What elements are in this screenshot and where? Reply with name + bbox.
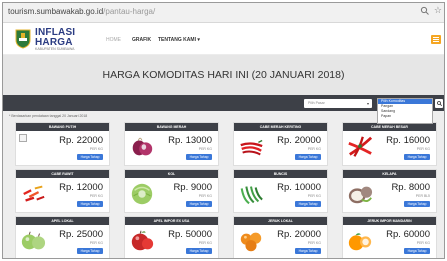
red-apple-icon xyxy=(131,230,154,251)
harga-tahap-button[interactable]: Harga Tahap xyxy=(295,248,321,254)
cabbage-icon xyxy=(131,183,153,205)
harga-tahap-button[interactable]: Harga Tahap xyxy=(77,154,103,160)
url-host: tourism.sumbawakab.go.id xyxy=(8,7,104,16)
commodity-card: BUNCIS Rp. 10000 PER KG Harga Tahap xyxy=(233,169,328,213)
commodity-price: Rp. 9000 xyxy=(173,182,212,193)
harga-tahap-button[interactable]: Harga Tahap xyxy=(295,154,321,160)
pasar-select-value: Pilih Pasar xyxy=(308,101,325,105)
harga-tahap-button[interactable]: Harga Tahap xyxy=(404,154,430,160)
commodity-unit: PER KG xyxy=(307,241,321,245)
harga-tahap-button[interactable]: Harga Tahap xyxy=(295,201,321,207)
harga-tahap-button[interactable]: Harga Tahap xyxy=(186,154,212,160)
commodity-name: APEL IMPOR EX USA xyxy=(125,217,218,225)
commodity-unit: PER KG xyxy=(198,147,212,151)
commodity-section: * Berdasarkan pendataan tanggal 20 Janua… xyxy=(3,111,444,258)
commodity-name: BUNCIS xyxy=(234,170,327,178)
data-date-note: * Berdasarkan pendataan tanggal 20 Janua… xyxy=(9,114,88,118)
regency-shield-logo-icon[interactable] xyxy=(15,29,31,49)
brand-title[interactable]: INFLASI HARGA xyxy=(35,28,75,48)
coconut-icon xyxy=(348,186,373,204)
url-path: /pantau-harga/ xyxy=(103,7,156,16)
commodity-unit: PER KG xyxy=(198,194,212,198)
red-chili-icon xyxy=(240,139,263,156)
page-title: HARGA KOMODITAS HARI INI (20 JANUARI 201… xyxy=(102,69,345,81)
commodity-card: JERUK LOKAL Rp. 20000 PER KG Harga Tahap xyxy=(233,216,328,258)
bird-chili-icon xyxy=(23,185,45,202)
harga-tahap-button[interactable]: Harga Tahap xyxy=(77,248,103,254)
commodity-unit: PER BIJI xyxy=(415,194,430,198)
harga-tahap-button[interactable]: Harga Tahap xyxy=(77,201,103,207)
commodity-card: BAWANG PUTIH Rp. 22000 PER KG Harga Tahap xyxy=(15,122,110,166)
menu-icon xyxy=(433,37,439,42)
commodity-price: Rp. 50000 xyxy=(168,229,212,240)
commodity-name: CABE MERAH KERITING xyxy=(234,123,327,131)
commodity-name: KOL xyxy=(125,170,218,178)
commodity-price: Rp. 16000 xyxy=(386,135,430,146)
green-apple-icon xyxy=(21,231,46,250)
commodity-unit: PER KG xyxy=(307,147,321,151)
browser-window: tourism.sumbawakab.go.id/pantau-harga/ ☆… xyxy=(2,2,445,259)
komoditas-dropdown-list[interactable]: Pilih Komoditas Pangan Sandang Papan xyxy=(377,98,433,124)
commodity-name: JERUK LOKAL xyxy=(234,217,327,225)
commodity-name: CABE RAWIT xyxy=(16,170,109,178)
zoom-icon[interactable] xyxy=(420,6,430,16)
broken-image-icon xyxy=(19,134,27,142)
commodity-unit: PER KG xyxy=(89,241,103,245)
commodity-card: APEL IMPOR EX USA Rp. 50000 PER KG Harga Ta… xyxy=(124,216,219,258)
site-header: INFLASI HARGA KABUPATEN SUMBAWA HOME GRA… xyxy=(3,23,444,55)
nav-home[interactable]: HOME xyxy=(106,37,121,43)
brand-subtitle: KABUPATEN SUMBAWA xyxy=(35,47,75,51)
commodity-card: CABE RAWIT Rp. 12000 PER KG Harga Tahap xyxy=(15,169,110,213)
nav-grafik[interactable]: GRAFIK xyxy=(132,37,151,43)
commodity-name: BAWANG MERAH xyxy=(125,123,218,131)
commodity-card: JERUK IMPOR MANDARIN Rp. 60000 PER KG Harga… xyxy=(342,216,437,258)
commodity-name: BAWANG PUTIH xyxy=(16,123,109,131)
commodity-name: APEL LOKAL xyxy=(16,217,109,225)
commodity-unit: PER KG xyxy=(89,147,103,151)
shallot-icon xyxy=(132,137,153,156)
commodity-card: BAWANG MERAH Rp. 13000 PER KG Harga Tahap xyxy=(124,122,219,166)
harga-tahap-button[interactable]: Harga Tahap xyxy=(404,248,430,254)
commodity-price: Rp. 60000 xyxy=(386,229,430,240)
commodity-unit: PER KG xyxy=(198,241,212,245)
commodity-price: Rp. 25000 xyxy=(59,229,103,240)
commodity-price: Rp. 20000 xyxy=(277,229,321,240)
commodity-card: CABE MERAH KERITING Rp. 20000 PER KG Harga … xyxy=(233,122,328,166)
pasar-select[interactable]: Pilih Pasar ▾ xyxy=(304,99,372,108)
commodity-name: CABE MERAH BESAR xyxy=(343,123,436,131)
commodity-card: CABE MERAH BESAR Rp. 16000 PER KG Harga Tah… xyxy=(342,122,437,166)
url-text[interactable]: tourism.sumbawakab.go.id/pantau-harga/ xyxy=(8,7,155,16)
commodity-card: KELAPA Rp. 8000 PER BIJI Harga Tahap xyxy=(342,169,437,213)
commodity-price: Rp. 22000 xyxy=(59,135,103,146)
harga-tahap-button[interactable]: Harga Tahap xyxy=(404,201,430,207)
bookmark-star-icon[interactable]: ☆ xyxy=(434,6,442,16)
orange-icon xyxy=(240,232,262,252)
commodity-price: Rp. 20000 xyxy=(277,135,321,146)
commodity-name: KELAPA xyxy=(343,170,436,178)
harga-tahap-button[interactable]: Harga Tahap xyxy=(186,248,212,254)
nav-tentang-kami[interactable]: TENTANG KAMI ▾ xyxy=(158,37,200,43)
commodity-unit: PER KG xyxy=(416,147,430,151)
address-bar[interactable]: tourism.sumbawakab.go.id/pantau-harga/ ☆ xyxy=(3,3,444,23)
harga-tahap-button[interactable]: Harga Tahap xyxy=(186,201,212,207)
mandarin-icon xyxy=(348,233,372,251)
commodity-price: Rp. 13000 xyxy=(168,135,212,146)
green-bean-icon xyxy=(240,186,263,205)
chevron-down-icon: ▾ xyxy=(366,101,369,106)
search-icon xyxy=(436,101,442,106)
search-button[interactable] xyxy=(435,99,443,108)
hero-banner: HARGA KOMODITAS HARI INI (20 JANUARI 201… xyxy=(3,55,444,95)
dropdown-option[interactable]: Papan xyxy=(378,114,432,119)
commodity-price: Rp. 10000 xyxy=(277,182,321,193)
commodity-unit: PER KG xyxy=(89,194,103,198)
commodity-name: JERUK IMPOR MANDARIN xyxy=(343,217,436,225)
commodity-unit: PER KG xyxy=(307,194,321,198)
orange-menu-button[interactable] xyxy=(431,35,441,44)
commodity-price: Rp. 8000 xyxy=(391,182,430,193)
commodity-unit: PER KG xyxy=(416,241,430,245)
big-chili-icon xyxy=(348,136,373,157)
commodity-card: APEL LOKAL Rp. 25000 PER KG Harga Tahap xyxy=(15,216,110,258)
commodity-card: KOL Rp. 9000 PER KG Harga Tahap xyxy=(124,169,219,213)
commodity-price: Rp. 12000 xyxy=(59,182,103,193)
